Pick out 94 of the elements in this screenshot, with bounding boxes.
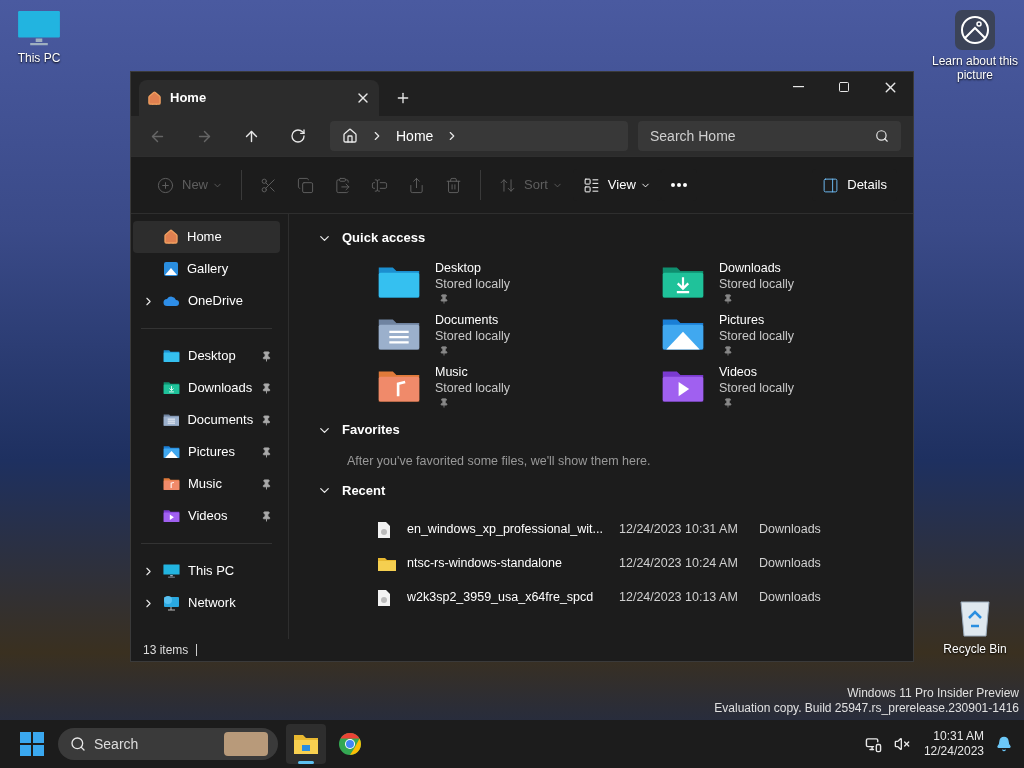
folder-status: Stored locally xyxy=(435,328,511,344)
section-heading[interactable]: Favorites xyxy=(342,420,400,440)
trash-icon xyxy=(445,176,462,194)
sidebar-item[interactable]: Music xyxy=(133,468,280,500)
gallery-icon xyxy=(163,261,179,277)
desktop-folder-icon xyxy=(163,349,180,363)
folder-name[interactable]: Music xyxy=(435,364,511,380)
file-date: 12/24/2023 10:13 AM xyxy=(619,589,739,607)
clock-date[interactable]: 12/24/2023 xyxy=(923,744,984,759)
sidebar-item[interactable]: OneDrive xyxy=(133,285,280,317)
clock-time[interactable]: 10:31 AM xyxy=(933,729,984,744)
notification-bell-icon[interactable] xyxy=(996,736,1012,752)
copy-icon xyxy=(297,176,314,194)
search-highlight-illustration xyxy=(224,732,268,756)
more-icon xyxy=(670,183,687,187)
file-name: en_windows_xp_professional_wit... xyxy=(407,521,604,539)
folder-name[interactable]: Downloads xyxy=(719,260,795,276)
landscape-icon xyxy=(955,10,995,50)
folder-status: Stored locally xyxy=(719,328,795,344)
monitor-icon xyxy=(17,10,61,48)
search-icon xyxy=(70,736,86,752)
file-icon xyxy=(377,520,391,539)
browser-logo-icon xyxy=(338,732,362,756)
watermark-text: Evaluation copy. Build 25947.rs_prerelease.230901-1416 xyxy=(714,701,1019,716)
folder-status: Stored locally xyxy=(435,276,511,292)
folder-icon xyxy=(377,555,397,572)
home-icon xyxy=(163,229,179,245)
minimize-icon xyxy=(792,86,804,88)
search-field[interactable]: Search Home xyxy=(638,121,901,151)
folder-name[interactable]: Videos xyxy=(719,364,795,380)
watermark-text: Windows 11 Pro Insider Preview xyxy=(847,686,1019,701)
downloads-folder-icon xyxy=(163,381,180,395)
tab[interactable]: Home xyxy=(139,80,379,116)
favorites-message: After you've favorited some files, we'll show them here. xyxy=(346,453,652,470)
home-icon xyxy=(147,90,162,106)
desktop-icon-label[interactable]: Learn about this picture xyxy=(929,54,1021,82)
list-icon xyxy=(582,176,600,194)
folder-name[interactable]: Documents xyxy=(435,312,511,328)
muted-speaker-icon[interactable] xyxy=(893,736,910,752)
file-location: Downloads xyxy=(759,589,821,607)
sidebar-item[interactable]: Home xyxy=(133,221,280,253)
section-heading[interactable]: Recent xyxy=(342,481,386,501)
recent-file-row[interactable]: w2k3sp2_3959_usa_x64fre_spcd 12/24/2023 10:13 AM Downloads xyxy=(377,580,913,615)
file-icon xyxy=(377,588,391,607)
sidebar-item[interactable]: Videos xyxy=(133,500,280,532)
cloud-icon xyxy=(163,295,180,307)
sort-icon xyxy=(499,176,516,194)
videos-folder-icon xyxy=(163,509,180,523)
folder-icon xyxy=(293,733,319,755)
file-name: w2k3sp2_3959_usa_x64fre_spcd xyxy=(407,589,595,607)
sidebar-item[interactable]: Network xyxy=(133,587,280,619)
new-tab-icon[interactable] xyxy=(395,90,411,106)
file-name: ntsc-rs-windows-standalone xyxy=(407,555,563,573)
folder-status: Stored locally xyxy=(719,276,795,292)
item-count: 13 items xyxy=(143,642,189,659)
section-heading[interactable]: Quick access xyxy=(342,228,426,248)
network-icon xyxy=(163,595,180,611)
address-bar[interactable]: Home xyxy=(330,121,628,151)
documents-folder-icon xyxy=(162,413,180,427)
folder-status: Stored locally xyxy=(435,380,511,396)
sidebar-item[interactable]: Documents xyxy=(133,404,280,436)
sidebar-item[interactable]: Gallery xyxy=(133,253,280,285)
panel-icon xyxy=(822,176,840,194)
desktop-icon-label[interactable]: Recycle Bin xyxy=(943,642,1007,656)
file-location: Downloads xyxy=(759,521,821,539)
clipboard-icon xyxy=(334,176,351,194)
sidebar-item[interactable]: This PC xyxy=(133,555,280,587)
scissors-icon xyxy=(260,176,277,194)
desktop-icon-label[interactable]: This PC xyxy=(17,51,61,66)
home-icon xyxy=(342,128,358,144)
file-explorer-button[interactable] xyxy=(286,724,326,764)
windows-logo-icon[interactable] xyxy=(20,732,44,756)
breadcrumb[interactable]: Home xyxy=(396,125,434,147)
network-status-icon[interactable] xyxy=(864,735,882,753)
file-date: 12/24/2023 10:31 AM xyxy=(619,521,739,539)
monitor-icon xyxy=(163,563,180,579)
file-location: Downloads xyxy=(759,555,821,573)
sidebar-item[interactable]: Pictures xyxy=(133,436,280,468)
folder-name[interactable]: Pictures xyxy=(719,312,795,328)
pictures-folder-icon xyxy=(163,445,180,459)
new-icon xyxy=(157,176,174,194)
folder-name[interactable]: Desktop xyxy=(435,260,511,276)
share-icon xyxy=(408,176,425,194)
maximize-icon xyxy=(838,81,850,93)
file-date: 12/24/2023 10:24 AM xyxy=(619,555,739,573)
folder-status: Stored locally xyxy=(719,380,795,396)
recent-file-row[interactable]: ntsc-rs-windows-standalone 12/24/2023 10:24 AM Downloads xyxy=(377,546,913,581)
rename-icon xyxy=(371,176,388,194)
recent-file-row[interactable]: en_windows_xp_professional_wit... 12/24/2023 10:31 AM Downloads xyxy=(377,512,913,547)
refresh-icon[interactable] xyxy=(290,128,306,144)
sidebar-item[interactable]: Downloads xyxy=(133,372,280,404)
search-icon[interactable] xyxy=(875,129,889,143)
music-folder-icon xyxy=(163,477,180,491)
sidebar-item[interactable]: Desktop xyxy=(133,340,280,372)
